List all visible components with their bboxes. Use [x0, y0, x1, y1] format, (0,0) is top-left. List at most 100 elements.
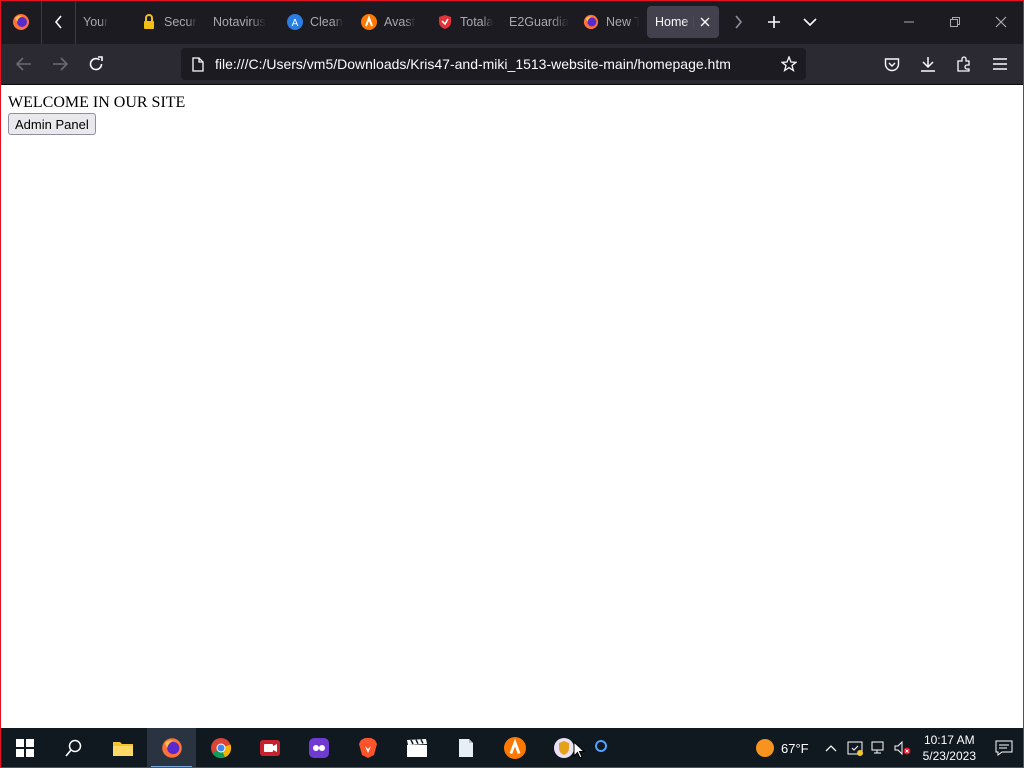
- svg-text:A: A: [292, 18, 299, 29]
- puzzle-icon: [957, 56, 970, 72]
- network-tray-icon[interactable]: [867, 728, 891, 768]
- volume-muted-icon: [894, 740, 911, 756]
- recorder-taskbar-button[interactable]: [245, 728, 294, 768]
- tab-e2guardian[interactable]: E2Guardia: [503, 6, 575, 38]
- downloads-button[interactable]: [910, 48, 946, 80]
- clock[interactable]: 10:17 AM 5/23/2023: [915, 732, 984, 764]
- extensions-button[interactable]: [946, 48, 982, 80]
- tab-label: E2Guardia: [509, 15, 569, 29]
- tab-label: New T: [606, 15, 639, 29]
- tab-totala[interactable]: Totala: [431, 6, 501, 38]
- firefox-taskbar-button[interactable]: [147, 728, 196, 768]
- pocket-button[interactable]: [874, 48, 910, 80]
- tab-strip: Your Secur Notavirus A Clean Avast Total…: [0, 0, 1024, 44]
- app-menu-button[interactable]: [982, 48, 1018, 80]
- tab-label: Notavirus: [213, 15, 266, 29]
- network-icon: [871, 741, 884, 754]
- plus-icon: [768, 16, 780, 28]
- mask-icon: [308, 738, 329, 758]
- search-icon: [64, 739, 81, 757]
- notification-icon: [995, 740, 1013, 756]
- chevron-left-icon: [54, 15, 62, 29]
- clapperboard-icon: [406, 739, 427, 757]
- chevron-right-icon: [735, 15, 743, 29]
- media-app-taskbar-button[interactable]: [294, 728, 343, 768]
- tab-clean[interactable]: A Clean: [281, 6, 353, 38]
- restore-icon: [950, 17, 960, 27]
- weather-widget[interactable]: 67°F: [755, 738, 809, 758]
- download-icon: [921, 57, 935, 72]
- system-tray: 67°F 10:17 AM 5/23/2023: [755, 728, 1024, 768]
- chevron-down-icon: [803, 18, 817, 27]
- admin-panel-button[interactable]: Admin Panel: [8, 113, 96, 135]
- padlock-icon: [141, 14, 157, 30]
- reload-button[interactable]: [78, 48, 114, 80]
- start-button[interactable]: [0, 728, 49, 768]
- tab-list: Your Secur Notavirus A Clean Avast Total…: [76, 0, 720, 44]
- search-button[interactable]: [49, 728, 98, 768]
- loading-app-taskbar-button[interactable]: [588, 728, 614, 768]
- action-center-button[interactable]: [984, 728, 1024, 768]
- brave-lion-icon: [358, 738, 377, 758]
- mouse-cursor-icon: [573, 741, 585, 759]
- address-bar[interactable]: file:///C:/Users/vm5/Downloads/Kris47-an…: [181, 48, 806, 80]
- close-window-button[interactable]: [978, 0, 1024, 44]
- tab-label: Totala: [460, 15, 494, 29]
- video-editor-taskbar-button[interactable]: [392, 728, 441, 768]
- sun-icon: [756, 739, 774, 757]
- reload-icon: [89, 56, 103, 71]
- security-warning-icon: [847, 741, 863, 756]
- tab-secur[interactable]: Secur: [135, 6, 205, 38]
- tab-label: Clean: [310, 15, 343, 29]
- loading-ring-icon: [595, 740, 607, 752]
- tab-scroll-right-button[interactable]: [720, 0, 756, 44]
- shield-app-icon: [553, 738, 574, 758]
- list-all-tabs-button[interactable]: [792, 0, 828, 44]
- video-camera-icon: [259, 740, 280, 756]
- close-icon[interactable]: [698, 14, 713, 30]
- minimize-button[interactable]: [886, 0, 932, 44]
- toolbar-right: [874, 48, 1018, 80]
- chrome-icon: [210, 738, 231, 759]
- tab-label: Your: [83, 15, 109, 29]
- taskbar: 67°F 10:17 AM 5/23/2023: [0, 728, 1024, 768]
- tab-label: Home |: [655, 15, 694, 29]
- chrome-taskbar-button[interactable]: [196, 728, 245, 768]
- firefox-icon: [12, 14, 29, 30]
- file-explorer-button[interactable]: [98, 728, 147, 768]
- new-tab-button[interactable]: [756, 0, 792, 44]
- firefox-view-button[interactable]: [0, 0, 42, 44]
- tab-your[interactable]: Your: [77, 6, 133, 38]
- defender-tray-icon[interactable]: [843, 728, 867, 768]
- back-button[interactable]: [6, 48, 42, 80]
- firefox-icon: [583, 14, 599, 30]
- forward-button[interactable]: [42, 48, 78, 80]
- bookmark-star-button[interactable]: [772, 48, 806, 80]
- tab-notavirus[interactable]: Notavirus: [207, 6, 279, 38]
- restore-button[interactable]: [932, 0, 978, 44]
- tab-label: Avast: [384, 15, 416, 29]
- tab-new-tab[interactable]: New T: [577, 6, 645, 38]
- show-hidden-icons-button[interactable]: [819, 728, 843, 768]
- clock-time: 10:17 AM: [923, 733, 975, 747]
- avast-icon: [361, 14, 377, 30]
- volume-tray-icon[interactable]: [891, 728, 915, 768]
- clock-date: 5/23/2023: [922, 749, 976, 763]
- avast-taskbar-button[interactable]: [490, 728, 539, 768]
- tab-home-active[interactable]: Home |: [647, 6, 719, 38]
- notepad-taskbar-button[interactable]: [441, 728, 490, 768]
- url-text[interactable]: file:///C:/Users/vm5/Downloads/Kris47-an…: [215, 56, 772, 72]
- page-icon: [181, 48, 215, 80]
- navigation-toolbar: file:///C:/Users/vm5/Downloads/Kris47-an…: [0, 44, 1024, 85]
- pocket-icon: [884, 57, 900, 71]
- tab-avast[interactable]: Avast: [355, 6, 429, 38]
- avast-icon: [503, 737, 526, 759]
- windows-icon: [15, 739, 34, 757]
- star-icon: [781, 56, 797, 72]
- arrow-right-icon: [53, 57, 68, 71]
- totalav-shield-icon: [437, 14, 453, 30]
- chevron-up-icon: [825, 745, 837, 752]
- welcome-heading: WELCOME IN OUR SITE: [8, 94, 186, 111]
- tab-scroll-left-button[interactable]: [42, 0, 76, 44]
- brave-taskbar-button[interactable]: [343, 728, 392, 768]
